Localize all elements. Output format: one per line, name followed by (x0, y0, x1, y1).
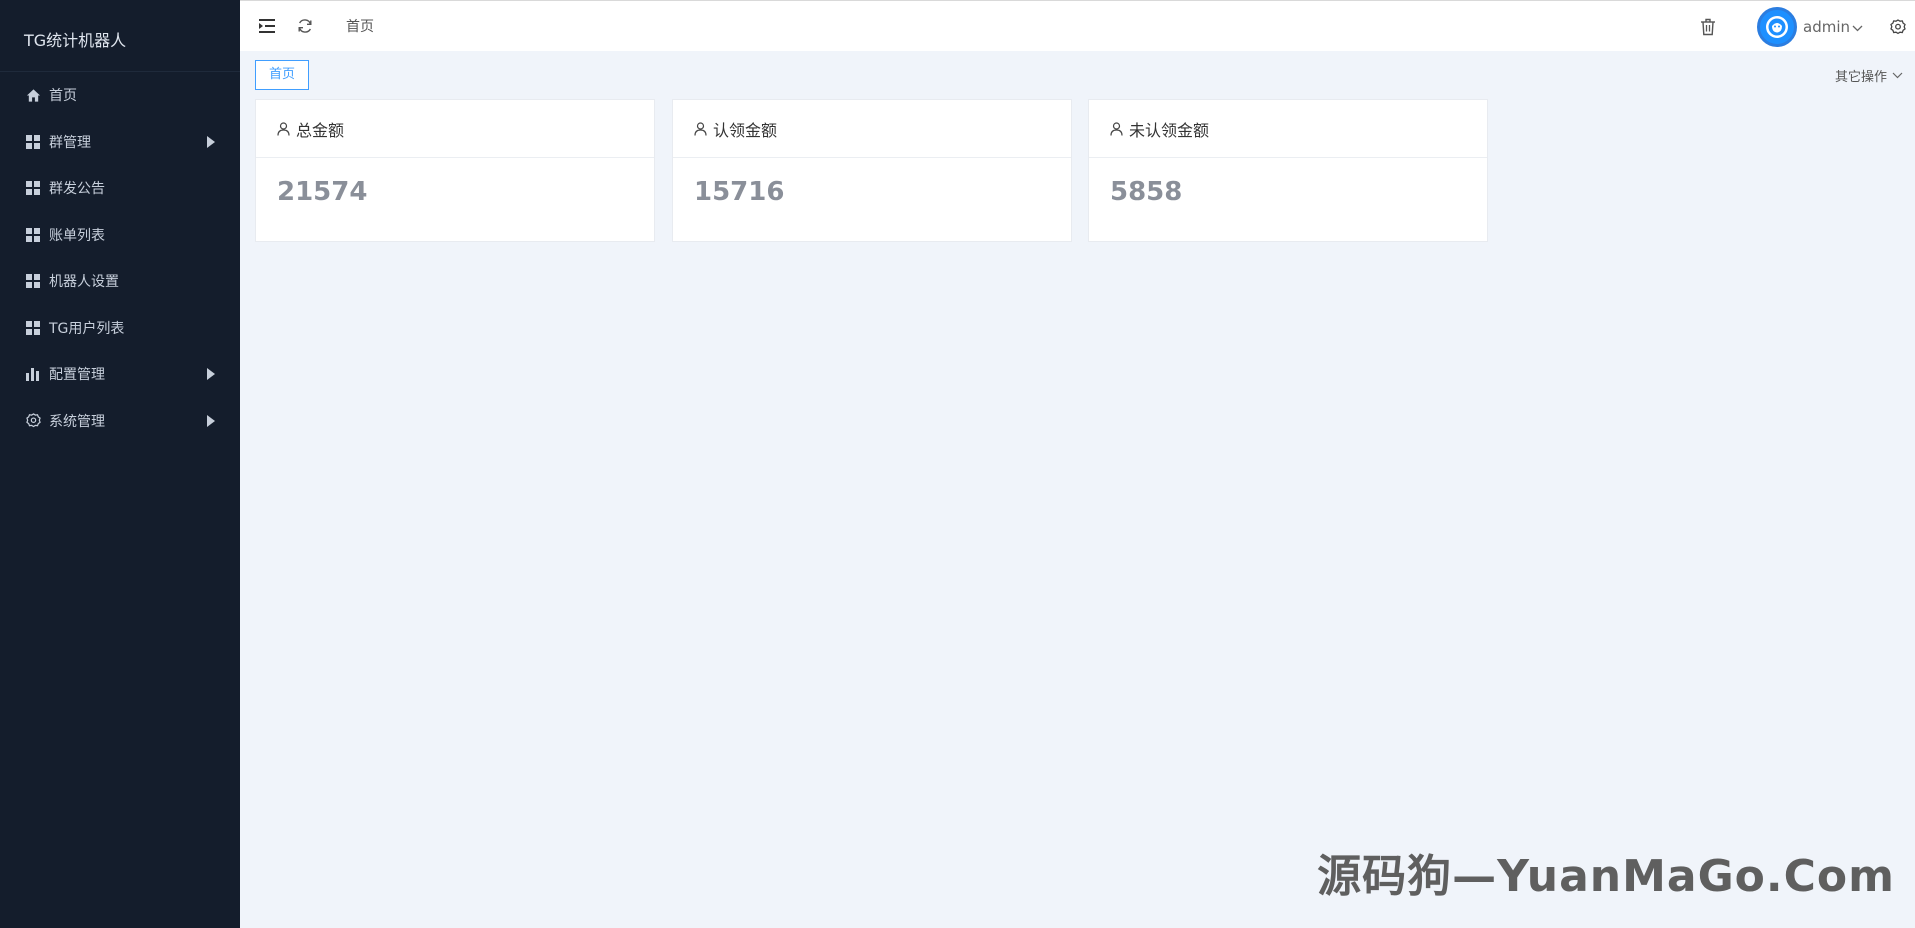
sidebar-item-label: 账单列表 (49, 227, 105, 244)
grid-icon (25, 134, 41, 150)
card-title: 总金额 (296, 120, 345, 140)
settings-button[interactable] (1885, 14, 1911, 40)
tabs-bar: 首页 其它操作 (240, 51, 1915, 99)
stat-card-claimed: 认领金额 15716 (672, 99, 1072, 242)
chevron-down-icon[interactable] (1852, 17, 1863, 36)
sidebar-item-home[interactable]: 首页 (0, 72, 240, 119)
sidebar-item-bill-list[interactable]: 账单列表 (0, 212, 240, 259)
gear-icon (1890, 18, 1906, 34)
user-icon (1110, 121, 1124, 136)
top-header: 首页 admin (240, 0, 1915, 51)
sidebar-item-label: 群管理 (49, 134, 91, 151)
sidebar-item-label: 群发公告 (49, 181, 105, 198)
card-title: 未认领金额 (1129, 120, 1210, 140)
sidebar-menu: 首页 群管理 群发公告 账单列表 机器人设置 TG用户列表 配置管理 系统管理 (0, 72, 240, 444)
caret-right-icon (207, 135, 215, 148)
card-header: 认领金额 (673, 100, 1071, 158)
sidebar-item-label: TG用户列表 (49, 320, 125, 337)
breadcrumb[interactable]: 首页 (346, 16, 374, 36)
sidebar-item-label: 系统管理 (49, 413, 105, 430)
app-title: TG统计机器人 (0, 0, 240, 72)
sidebar-item-system[interactable]: 系统管理 (0, 398, 240, 445)
card-value: 5858 (1110, 177, 1183, 207)
card-value: 15716 (694, 177, 785, 207)
clear-cache-button[interactable] (1695, 14, 1721, 40)
caret-right-icon (207, 414, 215, 427)
user-name[interactable]: admin (1803, 18, 1850, 36)
other-operations-label: 其它操作 (1834, 70, 1887, 85)
avatar-icon (1766, 15, 1788, 38)
sidebar-item-group-management[interactable]: 群管理 (0, 119, 240, 166)
stats-cards: 总金额 21574 认领金额 15716 未认领金额 5858 (255, 99, 1491, 242)
tab-home[interactable]: 首页 (255, 60, 310, 90)
grid-icon (25, 320, 41, 336)
header-right: admin (1695, 1, 1915, 52)
bar-chart-icon (25, 366, 41, 382)
sidebar: TG统计机器人 首页 群管理 群发公告 账单列表 机器人设置 TG用户列表 配置… (0, 0, 240, 928)
other-operations-dropdown[interactable]: 其它操作 (1835, 66, 1903, 85)
sidebar-item-label: 机器人设置 (49, 274, 119, 291)
home-icon (25, 87, 41, 103)
collapse-menu-button[interactable] (254, 13, 280, 39)
gear-icon (25, 413, 41, 429)
user-icon (694, 121, 708, 136)
avatar[interactable] (1757, 6, 1797, 47)
sidebar-item-label: 首页 (49, 88, 77, 105)
menu-fold-icon (259, 19, 275, 33)
caret-right-icon (207, 368, 215, 381)
sidebar-item-tg-users[interactable]: TG用户列表 (0, 305, 240, 352)
grid-icon (25, 227, 41, 243)
sidebar-item-config[interactable]: 配置管理 (0, 351, 240, 398)
stat-card-total: 总金额 21574 (255, 99, 655, 242)
stat-card-unclaimed: 未认领金额 5858 (1088, 99, 1488, 242)
card-value: 21574 (277, 177, 368, 207)
user-icon (277, 121, 291, 136)
grid-icon (25, 273, 41, 289)
refresh-icon (298, 19, 312, 33)
refresh-button[interactable] (292, 13, 318, 39)
card-header: 总金额 (256, 100, 654, 158)
sidebar-item-broadcast[interactable]: 群发公告 (0, 165, 240, 212)
card-title: 认领金额 (713, 120, 778, 140)
chevron-down-icon (1892, 72, 1903, 79)
sidebar-item-bot-settings[interactable]: 机器人设置 (0, 258, 240, 305)
sidebar-item-label: 配置管理 (49, 367, 105, 384)
card-header: 未认领金额 (1089, 100, 1487, 158)
trash-icon (1701, 18, 1715, 35)
watermark: 源码狗—YuanMaGo.Com (1317, 851, 1895, 902)
grid-icon (25, 180, 41, 196)
